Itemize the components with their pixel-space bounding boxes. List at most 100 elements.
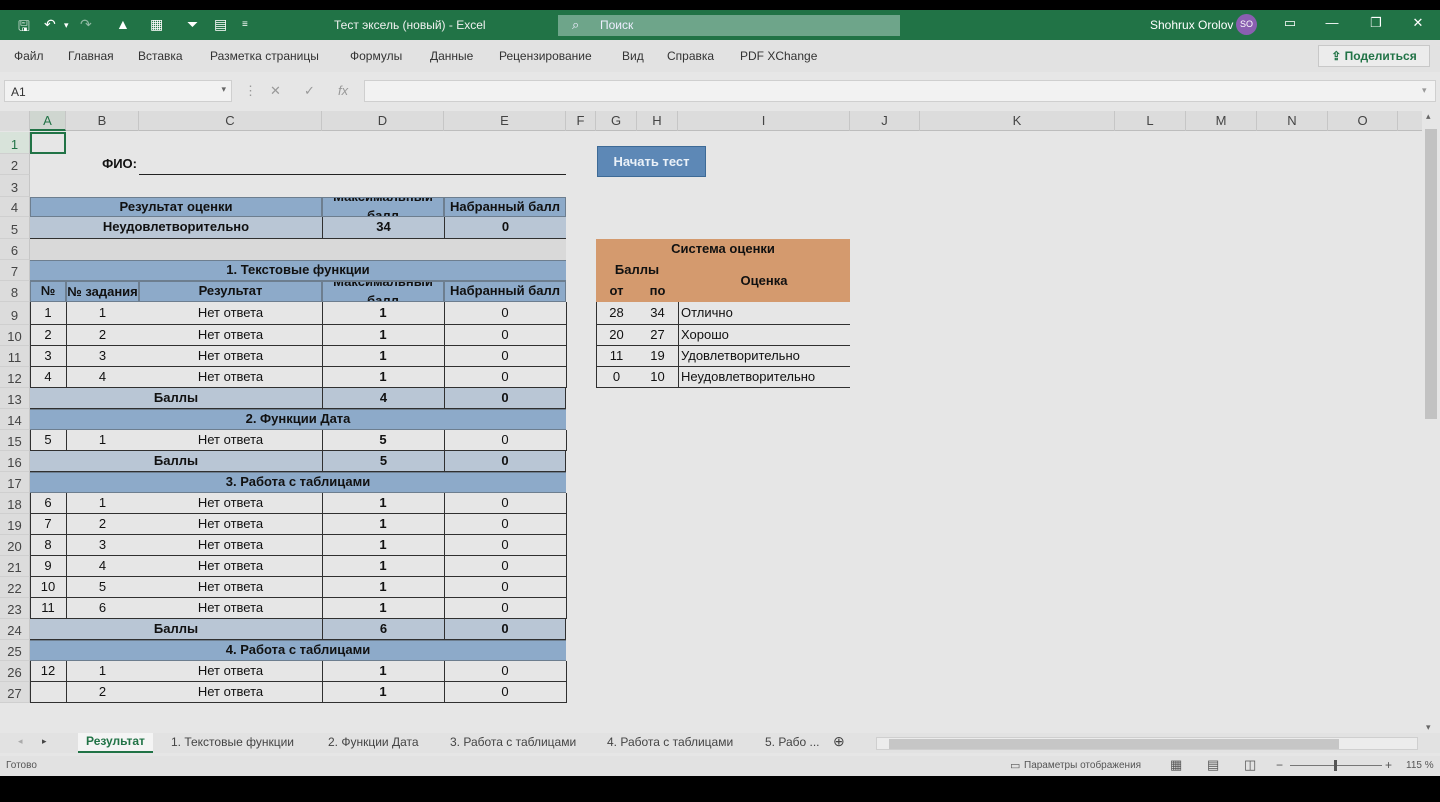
- table-cell[interactable]: 0: [444, 430, 566, 451]
- result-max[interactable]: 34: [322, 217, 444, 239]
- table-cell[interactable]: 1: [322, 598, 444, 619]
- ribbon-display-icon[interactable]: ▭: [1280, 15, 1300, 35]
- filter-icon[interactable]: ⏷: [187, 16, 198, 33]
- table-cell[interactable]: [30, 682, 66, 703]
- table-cell[interactable]: Нет ответа: [139, 346, 322, 367]
- task-header[interactable]: № задания: [66, 281, 139, 302]
- table-cell[interactable]: Нет ответа: [139, 661, 322, 682]
- table-cell[interactable]: 1: [322, 367, 444, 388]
- table-cell[interactable]: 0: [444, 346, 566, 367]
- zoom-slider-knob[interactable]: [1334, 760, 1337, 771]
- row-header-14[interactable]: 14: [0, 409, 30, 430]
- table-cell[interactable]: 5: [322, 430, 444, 451]
- grading-title[interactable]: Система оценки: [596, 239, 850, 260]
- table-cell[interactable]: 10: [30, 577, 66, 598]
- table-cell[interactable]: 0: [444, 493, 566, 514]
- table-cell[interactable]: 3: [30, 346, 66, 367]
- table-cell[interactable]: 0: [444, 682, 566, 703]
- table-cell[interactable]: Нет ответа: [139, 302, 322, 325]
- table-cell[interactable]: Нет ответа: [139, 577, 322, 598]
- table-cell[interactable]: 2: [66, 514, 139, 535]
- table-cell[interactable]: 1: [322, 556, 444, 577]
- table-cell[interactable]: 1: [30, 302, 66, 325]
- table-cell[interactable]: Нет ответа: [139, 682, 322, 703]
- menu-help[interactable]: Справка: [667, 49, 714, 63]
- row-header-9[interactable]: 9: [0, 302, 30, 325]
- next-sheet-icon[interactable]: ▸: [42, 736, 47, 747]
- max-score-header[interactable]: Максимальный балл: [322, 281, 444, 302]
- table-cell[interactable]: 1: [66, 493, 139, 514]
- got-score-header[interactable]: Набранный балл: [444, 197, 566, 217]
- vertical-scrollbar[interactable]: ▴ ▾: [1422, 111, 1440, 733]
- table-cell[interactable]: 0: [444, 325, 566, 346]
- grading-grade[interactable]: Отлично: [678, 302, 850, 325]
- table-cell[interactable]: 1: [322, 325, 444, 346]
- grading-grade[interactable]: Хорошо: [678, 325, 850, 346]
- fill-color-icon[interactable]: ▲: [116, 16, 130, 32]
- section-total-got[interactable]: 0: [444, 388, 566, 409]
- section-total-label[interactable]: Баллы: [30, 388, 322, 409]
- active-cell-selection[interactable]: [30, 132, 66, 154]
- section-total-max[interactable]: 6: [322, 619, 444, 640]
- table-cell[interactable]: 6: [66, 598, 139, 619]
- share-button[interactable]: ⇪ Поделиться: [1318, 45, 1430, 67]
- horizontal-scrollbar[interactable]: [876, 737, 1418, 750]
- row-header-12[interactable]: 12: [0, 367, 30, 388]
- table-cell[interactable]: 0: [444, 556, 566, 577]
- column-header-d[interactable]: D: [322, 111, 444, 131]
- grading-from[interactable]: 11: [596, 346, 637, 367]
- column-header-o[interactable]: O: [1328, 111, 1398, 131]
- table-cell[interactable]: 5: [30, 430, 66, 451]
- table-cell[interactable]: 6: [30, 493, 66, 514]
- customize-toolbar-icon[interactable]: ≡: [242, 19, 248, 30]
- grading-grade[interactable]: Удовлетворительно: [678, 346, 850, 367]
- table-cell[interactable]: 1: [322, 577, 444, 598]
- column-header-h[interactable]: H: [637, 111, 678, 131]
- grading-grade-header[interactable]: Оценка: [678, 260, 850, 302]
- menu-home[interactable]: Главная: [68, 49, 114, 63]
- menu-data[interactable]: Данные: [430, 49, 473, 63]
- table-cell[interactable]: 1: [66, 430, 139, 451]
- tab-result[interactable]: Результат: [78, 733, 153, 753]
- table-cell[interactable]: 0: [444, 661, 566, 682]
- save-icon[interactable]: 🖫: [18, 16, 30, 40]
- scroll-up-icon[interactable]: ▴: [1426, 111, 1431, 122]
- select-all-corner[interactable]: [0, 111, 30, 131]
- table-cell[interactable]: 1: [322, 302, 444, 325]
- grading-to[interactable]: 34: [637, 302, 678, 325]
- table-cell[interactable]: Нет ответа: [139, 514, 322, 535]
- prev-sheet-icon[interactable]: ◂: [18, 736, 23, 747]
- cancel-icon[interactable]: ✕: [270, 83, 281, 99]
- menu-review[interactable]: Рецензирование: [499, 49, 592, 63]
- row-header-26[interactable]: 26: [0, 661, 30, 682]
- table-cell[interactable]: Нет ответа: [139, 535, 322, 556]
- row-header-17[interactable]: 17: [0, 472, 30, 493]
- tab-text-functions[interactable]: 1. Текстовые функции: [171, 735, 294, 749]
- column-header-m[interactable]: M: [1186, 111, 1257, 131]
- table-cell[interactable]: 0: [444, 367, 566, 388]
- row-header-10[interactable]: 10: [0, 325, 30, 346]
- tab-date-functions[interactable]: 2. Функции Дата: [328, 735, 419, 749]
- menu-formulas[interactable]: Формулы: [350, 49, 402, 63]
- row-header-1[interactable]: 1: [0, 132, 30, 154]
- insert-function-icon[interactable]: fx: [338, 83, 348, 98]
- table-cell[interactable]: 9: [30, 556, 66, 577]
- grading-to-header[interactable]: по: [637, 281, 678, 302]
- column-header-n[interactable]: N: [1257, 111, 1328, 131]
- num-header[interactable]: №: [30, 281, 66, 302]
- table-cell[interactable]: 1: [66, 661, 139, 682]
- result-got[interactable]: 0: [444, 217, 566, 239]
- grading-from-header[interactable]: от: [596, 281, 637, 302]
- vertical-scroll-thumb[interactable]: [1425, 129, 1437, 419]
- section-title[interactable]: 1. Текстовые функции: [30, 260, 566, 281]
- normal-view-icon[interactable]: ▦: [1170, 757, 1182, 773]
- menu-insert[interactable]: Вставка: [138, 49, 183, 63]
- column-header-l[interactable]: L: [1115, 111, 1186, 131]
- column-header-c[interactable]: C: [139, 111, 322, 131]
- table-cell[interactable]: 1: [322, 514, 444, 535]
- row-header-13[interactable]: 13: [0, 388, 30, 409]
- fio-input[interactable]: [139, 154, 566, 175]
- section-title[interactable]: 4. Работа с таблицами: [30, 640, 566, 661]
- grading-from[interactable]: 20: [596, 325, 637, 346]
- grading-from[interactable]: 28: [596, 302, 637, 325]
